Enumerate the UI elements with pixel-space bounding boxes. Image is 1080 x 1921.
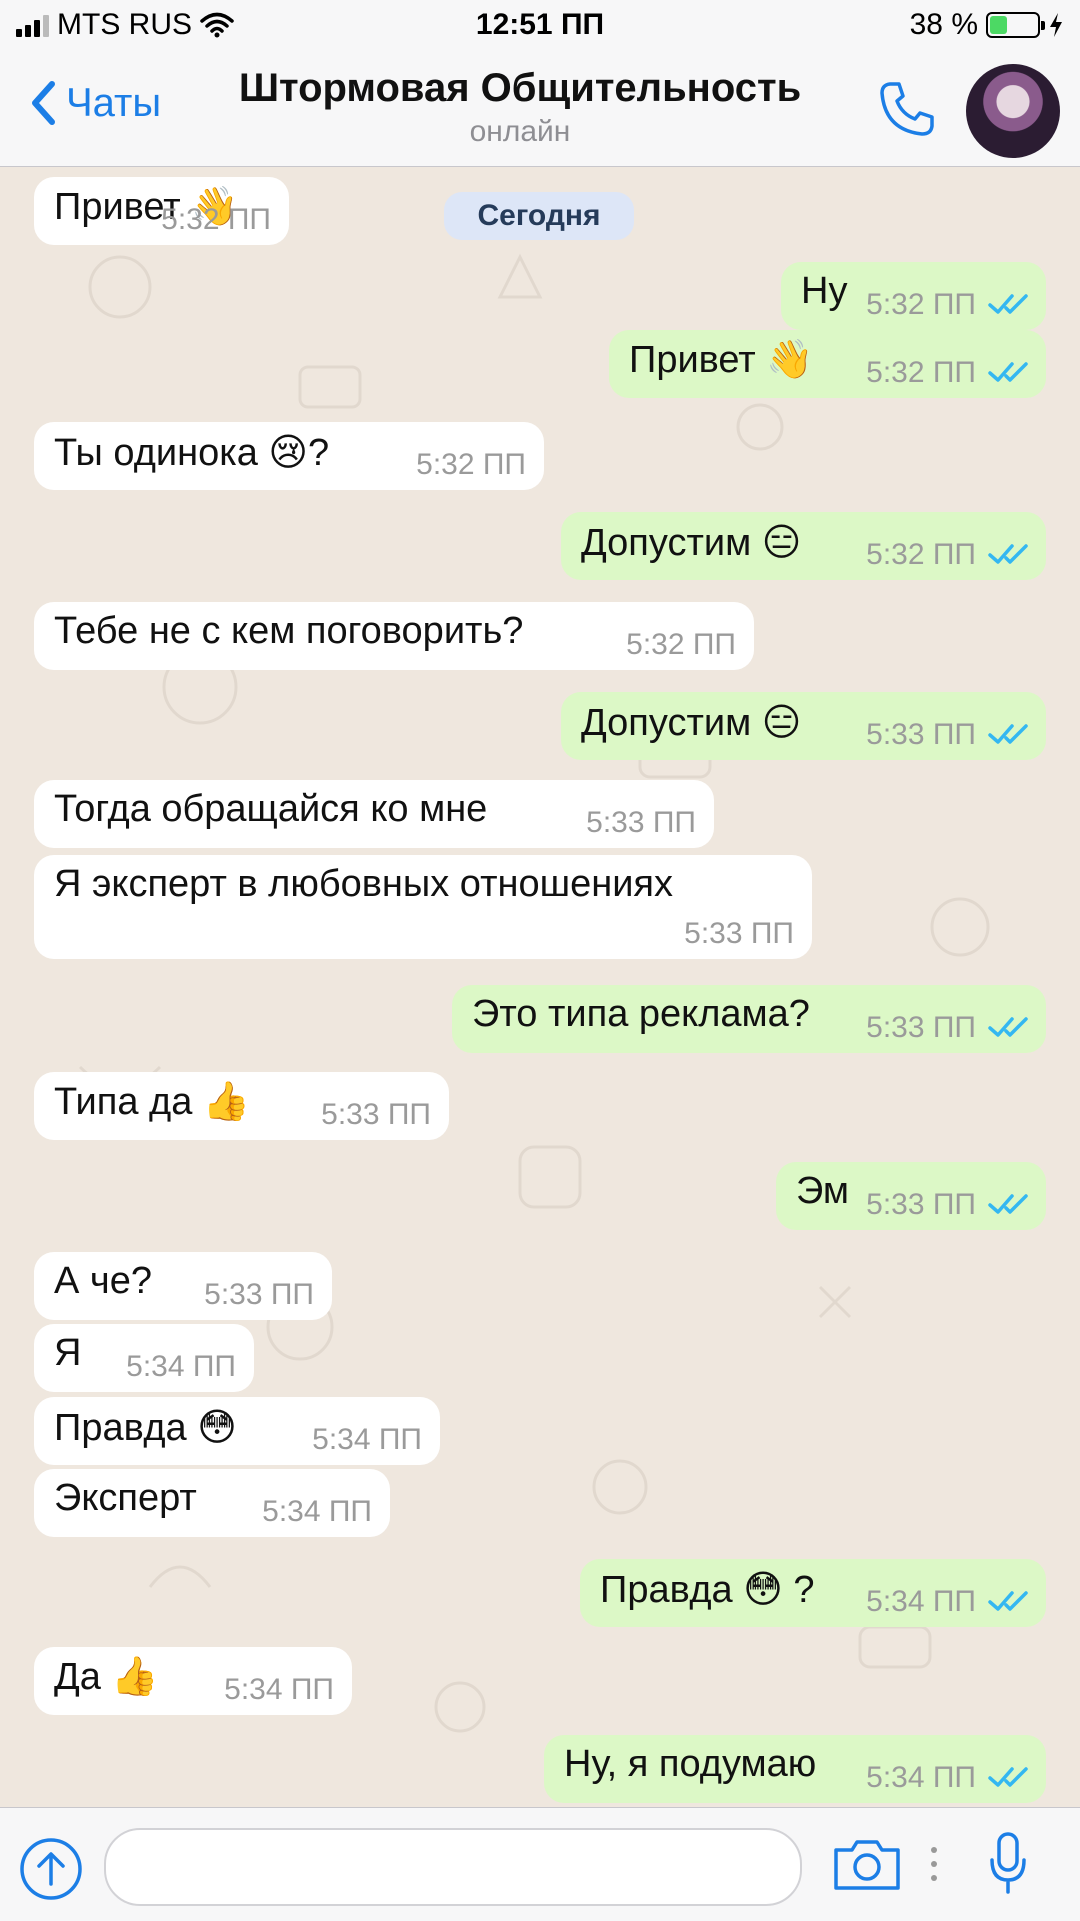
read-receipt-icon <box>988 544 1028 564</box>
attach-button[interactable] <box>18 1836 84 1907</box>
read-receipt-icon <box>988 1591 1028 1611</box>
camera-button[interactable] <box>832 1836 902 1897</box>
back-button[interactable]: Чаты <box>30 80 161 126</box>
incoming-message[interactable]: Тогда обращайся ко мне 5:33 ПП <box>34 780 714 848</box>
message-time: 5:33 ПП <box>866 718 976 751</box>
phone-icon <box>880 82 934 136</box>
message-time: 5:32 ПП <box>626 628 736 661</box>
outgoing-message[interactable]: Ну 5:32 ПП <box>781 262 1046 330</box>
message-time: 5:33 ПП <box>684 917 794 950</box>
message-text: Ну <box>801 270 848 312</box>
incoming-message[interactable]: Типа да 👍 5:33 ПП <box>34 1072 449 1140</box>
chevron-left-icon <box>32 81 55 125</box>
read-receipt-icon <box>988 294 1028 314</box>
read-receipt-icon <box>988 724 1028 744</box>
incoming-message[interactable]: Тебе не с кем поговорить? 5:32 ПП <box>34 602 754 670</box>
read-receipt-icon <box>988 362 1028 382</box>
message-time: 5:33 ПП <box>204 1278 314 1311</box>
read-receipt-icon <box>988 1767 1028 1787</box>
message-time: 5:33 ПП <box>866 1011 976 1044</box>
charging-icon <box>1050 13 1062 37</box>
outgoing-message[interactable]: Допустим 😑 5:32 ПП <box>561 512 1046 580</box>
message-input[interactable] <box>104 1828 802 1906</box>
message-time: 5:32 ПП <box>866 356 976 389</box>
message-time: 5:33 ПП <box>866 1188 976 1221</box>
message-text: Ну, я подумаю <box>564 1743 817 1785</box>
outgoing-message[interactable]: Ну, я подумаю 5:34 ПП <box>544 1735 1046 1803</box>
chat-header: Чаты Штормовая Общительность онлайн <box>0 56 1080 167</box>
incoming-message[interactable]: Я 5:34 ПП <box>34 1324 254 1392</box>
contact-info[interactable]: Штормовая Общительность онлайн <box>200 66 840 149</box>
incoming-message[interactable]: А че? 5:33 ПП <box>34 1252 332 1320</box>
incoming-message[interactable]: Привет 👋 5:32 ПП <box>34 177 289 245</box>
chat-area[interactable]: Сегодня Привет 👋 5:32 ПП Ну 5:32 ПП Привет 👋… <box>0 167 1080 1807</box>
camera-icon <box>834 1840 900 1890</box>
outgoing-message[interactable]: Привет 👋 5:32 ПП <box>609 330 1046 398</box>
message-time: 5:34 ПП <box>312 1423 422 1456</box>
incoming-message[interactable]: Я эксперт в любовных отношениях 5:33 ПП <box>34 855 812 959</box>
more-dots-icon <box>931 1847 937 1881</box>
message-time: 5:32 ПП <box>866 288 976 321</box>
outgoing-message[interactable]: Эм 5:33 ПП <box>776 1162 1046 1230</box>
message-time: 5:33 ПП <box>321 1098 431 1131</box>
contact-status: онлайн <box>469 115 571 148</box>
read-receipt-icon <box>988 1194 1028 1214</box>
message-text: Допустим 😑 <box>581 702 802 744</box>
battery-group: 38 % <box>910 8 1064 42</box>
message-time: 5:33 ПП <box>586 806 696 839</box>
message-text: Это типа реклама? <box>472 993 810 1035</box>
date-badge: Сегодня <box>444 192 634 240</box>
message-time: 5:34 ПП <box>866 1761 976 1794</box>
message-text: Тогда обращайся ко мне <box>54 788 488 830</box>
message-time: 5:32 ПП <box>161 203 271 236</box>
status-bar: MTS RUS 12:51 ПП 38 % <box>0 0 1080 56</box>
message-time: 5:34 ПП <box>262 1495 372 1528</box>
avatar[interactable] <box>966 64 1060 158</box>
message-text: Ты одинока 😢? <box>54 432 330 474</box>
message-text: А че? <box>54 1260 152 1302</box>
message-time: 5:32 ПП <box>866 538 976 571</box>
battery-icon <box>986 12 1045 38</box>
message-text: Допустим 😑 <box>581 522 802 564</box>
read-receipt-icon <box>988 1017 1028 1037</box>
message-text: Правда 😳 <box>54 1407 237 1449</box>
message-text: Привет 👋 <box>629 339 814 381</box>
microphone-icon <box>990 1832 1026 1894</box>
message-time: 5:34 ПП <box>126 1350 236 1383</box>
outgoing-message[interactable]: Допустим 😑 5:33 ПП <box>561 692 1046 760</box>
message-text: Я <box>54 1332 82 1374</box>
message-text: Тебе не с кем поговорить? <box>54 610 524 652</box>
call-button[interactable] <box>876 78 938 145</box>
incoming-message[interactable]: Да 👍 5:34 ПП <box>34 1647 352 1715</box>
message-time: 5:34 ПП <box>866 1585 976 1618</box>
message-time: 5:34 ПП <box>224 1673 334 1706</box>
back-label: Чаты <box>66 80 162 125</box>
voice-button[interactable] <box>988 1830 1028 1905</box>
outgoing-message[interactable]: Это типа реклама? 5:33 ПП <box>452 985 1046 1053</box>
message-text: Эксперт <box>54 1477 197 1519</box>
message-text: Правда 😳 ? <box>600 1569 815 1611</box>
outgoing-message[interactable]: Правда 😳 ? 5:34 ПП <box>580 1559 1046 1627</box>
message-text: Да 👍 <box>54 1656 159 1698</box>
message-text: Эм <box>796 1170 850 1212</box>
battery-percent: 38 % <box>909 8 978 41</box>
incoming-message[interactable]: Ты одинока 😢? 5:32 ПП <box>34 422 544 490</box>
message-time: 5:32 ПП <box>416 448 526 481</box>
incoming-message[interactable]: Правда 😳 5:34 ПП <box>34 1397 440 1465</box>
message-text: Я эксперт в любовных отношениях <box>54 863 674 905</box>
message-text: Типа да 👍 <box>54 1081 251 1123</box>
contact-name: Штормовая Общительность <box>238 66 802 110</box>
input-bar <box>0 1807 1080 1921</box>
incoming-message[interactable]: Эксперт 5:34 ПП <box>34 1469 390 1537</box>
upload-icon <box>20 1838 82 1900</box>
